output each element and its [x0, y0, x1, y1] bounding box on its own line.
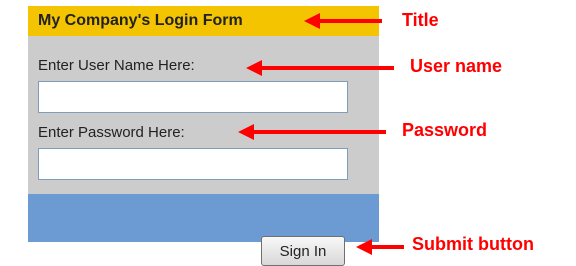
submit-annotation: Submit button	[412, 234, 534, 254]
username-label: Enter User Name Here:	[38, 57, 195, 74]
sign-in-button[interactable]: Sign In	[261, 236, 345, 266]
password-label: Enter Password Here:	[38, 124, 185, 141]
submit-arrow-icon	[356, 239, 404, 255]
password-annotation: Password	[402, 120, 488, 140]
password-input[interactable]	[38, 148, 348, 180]
title-arrow-icon	[304, 13, 382, 29]
username-input[interactable]	[38, 81, 348, 113]
form-footer	[28, 194, 379, 242]
username-annotation: User name	[410, 56, 503, 76]
title-annotation: Title	[402, 10, 439, 30]
username-arrow-icon	[246, 60, 394, 76]
password-arrow-icon	[238, 124, 386, 140]
